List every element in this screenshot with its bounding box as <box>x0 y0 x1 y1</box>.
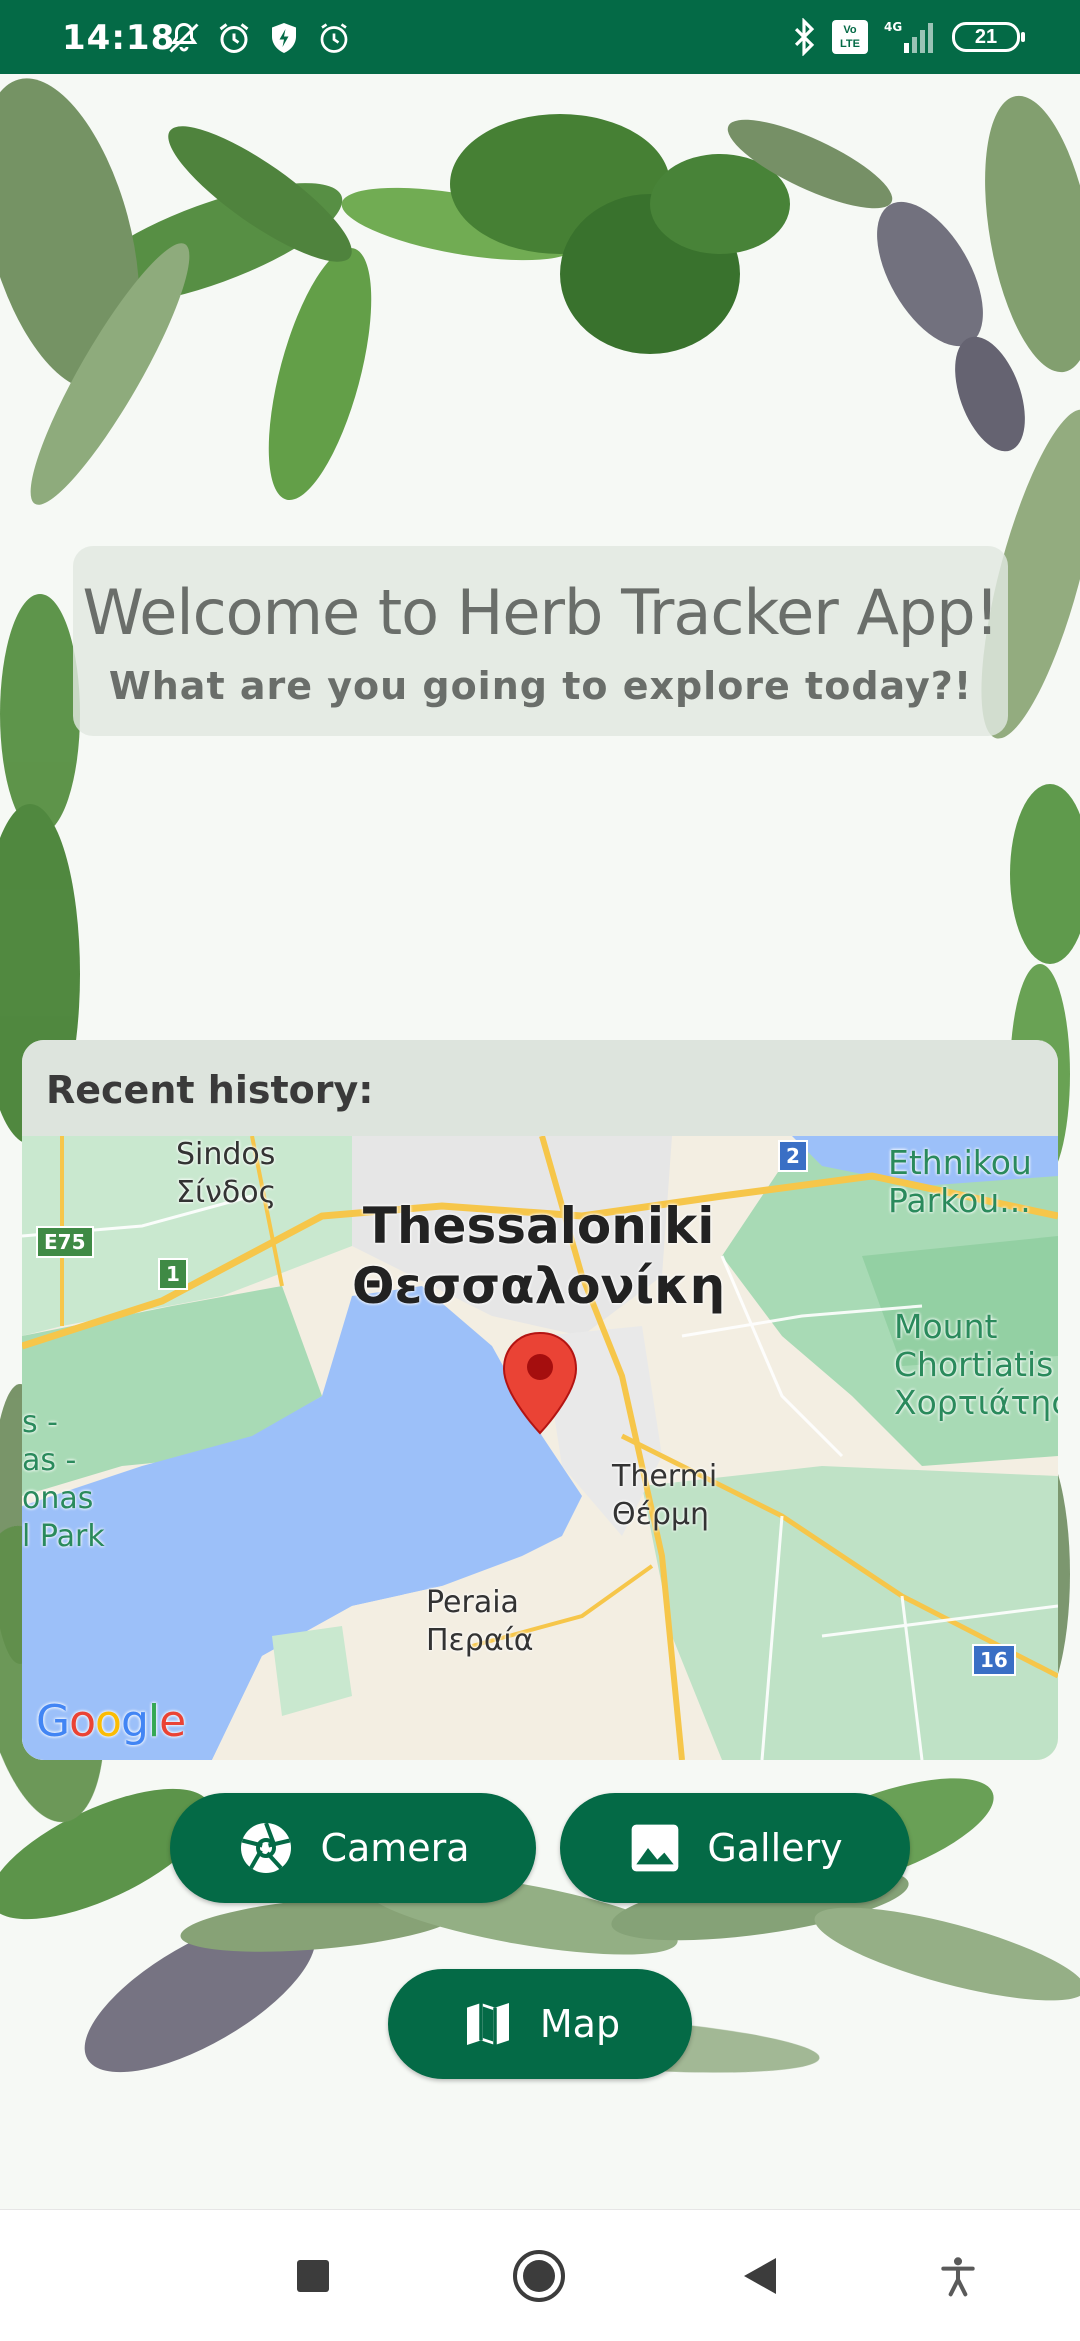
recents-button[interactable] <box>285 2248 341 2304</box>
welcome-subtitle: What are you going to explore today?! <box>108 664 973 708</box>
image-icon <box>631 1824 679 1872</box>
welcome-title: Welcome to Herb Tracker App! <box>82 576 1000 649</box>
shield-bolt-icon <box>272 23 296 53</box>
road-shield-1: 1 <box>158 1258 188 1290</box>
map-label-thermi: Thermi Θέρμη <box>612 1459 718 1532</box>
road-shield-e75: E75 <box>36 1226 94 1258</box>
alarm-outline-icon <box>320 23 348 53</box>
volte-icon: Vo LTE <box>832 20 868 54</box>
google-logo: Google <box>36 1696 186 1747</box>
map-label-ethnikou-parkou: Ethnikou Parkou... <box>888 1143 1032 1220</box>
map-view[interactable]: Sindos Σίνδος Thessaloniki Θεσσαλονίκη E… <box>22 1136 1058 1760</box>
status-time: 14:18 <box>62 18 176 58</box>
road-shield-16: 16 <box>972 1644 1016 1676</box>
map-button-label: Map <box>539 2002 621 2046</box>
map-label-mount-chortiatis: Mount Chortiatis Χορτιάτης <box>894 1307 1058 1422</box>
map-icon <box>466 2003 509 2045</box>
alarm-icon <box>219 23 249 53</box>
camera-button-label: Camera <box>320 1826 470 1870</box>
system-navigation-bar <box>0 2209 1080 2341</box>
gallery-button-label: Gallery <box>707 1826 843 1870</box>
map-label-park-left: s - as - onas l Park <box>22 1405 105 1554</box>
bluetooth-icon <box>794 18 815 56</box>
home-circle-icon <box>513 2250 565 2302</box>
history-header: Recent history: <box>22 1040 1058 1136</box>
map-button[interactable]: Map <box>388 1969 692 2079</box>
battery-icon: 21 <box>952 22 1025 52</box>
accessibility-icon <box>941 2257 975 2297</box>
svg-text:4G: 4G <box>884 20 902 34</box>
accessibility-button[interactable] <box>930 2248 986 2304</box>
signal-4g-icon: 4G <box>884 20 933 53</box>
map-label-peraia: Peraia Περαία <box>426 1585 534 1658</box>
bell-off-icon <box>169 22 199 53</box>
camera-button[interactable]: Camera <box>170 1793 536 1903</box>
road-shield-2: 2 <box>778 1140 808 1172</box>
recents-square-icon <box>297 2260 329 2292</box>
map-pin-icon[interactable] <box>500 1329 580 1439</box>
status-right-icons: Vo LTE 4G 21 <box>790 18 1025 56</box>
map-label-sindos: Sindos Σίνδος <box>176 1137 277 1210</box>
map-label-thessaloniki: Thessaloniki Θεσσαλονίκη <box>352 1197 726 1315</box>
status-left-icons <box>166 20 352 56</box>
home-button[interactable] <box>511 2248 567 2304</box>
camera-shutter-icon <box>241 1822 292 1873</box>
back-button[interactable] <box>732 2248 788 2304</box>
welcome-card: Welcome to Herb Tracker App! What are yo… <box>73 546 1008 736</box>
history-title: Recent history: <box>46 1068 374 1112</box>
status-bar: 14:18 Vo LTE 4G 21 <box>0 0 1080 74</box>
recent-history-card: Recent history: Sindos Σίνδος Thessaloni… <box>22 1040 1058 1760</box>
gallery-button[interactable]: Gallery <box>560 1793 910 1903</box>
back-triangle-icon <box>744 2258 776 2294</box>
